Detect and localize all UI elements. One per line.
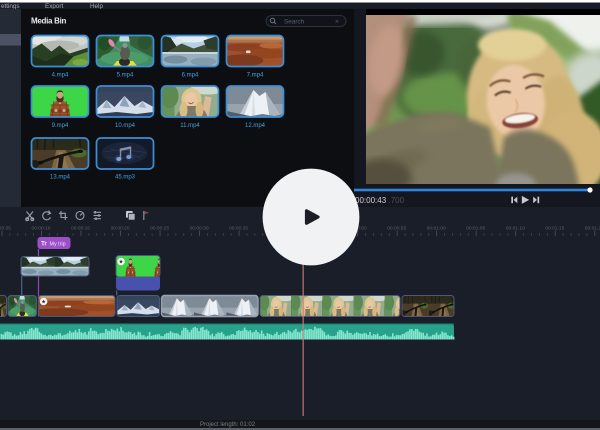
svg-text:12.mp4: 12.mp4 xyxy=(245,123,266,129)
svg-text:4.mp4: 4.mp4 xyxy=(52,73,69,79)
svg-text:00:00:43: 00:00:43 xyxy=(355,196,387,205)
svg-text:7.mp4: 7.mp4 xyxy=(247,73,264,79)
svg-text:My trip: My trip xyxy=(50,241,66,247)
svg-text:9.mp4: 9.mp4 xyxy=(52,123,69,129)
svg-text:Search: Search xyxy=(284,18,305,25)
svg-text:Tr: Tr xyxy=(41,241,47,248)
svg-text:45.mp3: 45.mp3 xyxy=(115,175,136,181)
svg-text:10.mp4: 10.mp4 xyxy=(115,123,136,129)
svg-text:13.mp4: 13.mp4 xyxy=(50,175,71,181)
svg-text:11.mp4: 11.mp4 xyxy=(180,123,200,129)
svg-text:5.mp4: 5.mp4 xyxy=(117,73,134,79)
svg-text:00:01:20: 00:01:20 xyxy=(585,226,600,232)
svg-text:Project length: 01:02: Project length: 01:02 xyxy=(200,422,256,428)
svg-text:.700: .700 xyxy=(389,196,405,205)
svg-text:Media Bin: Media Bin xyxy=(31,17,66,26)
svg-text:×: × xyxy=(335,19,339,26)
svg-text:6.mp4: 6.mp4 xyxy=(182,73,199,79)
